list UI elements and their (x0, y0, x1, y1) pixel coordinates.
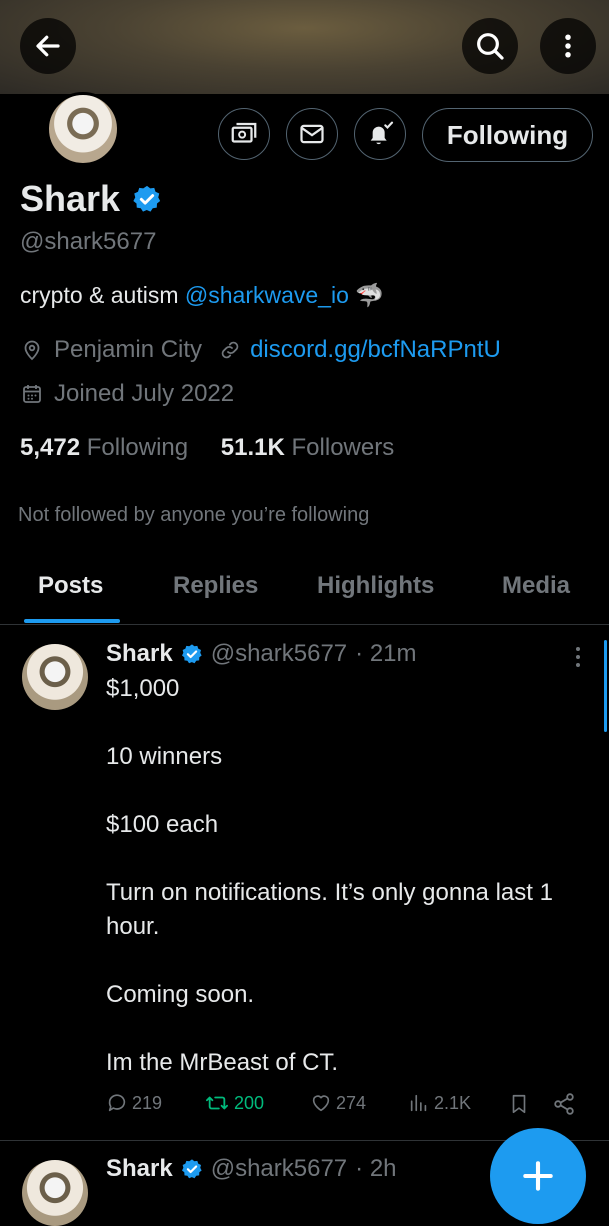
message-button[interactable] (286, 108, 338, 160)
like-count: 274 (336, 1092, 367, 1113)
post-line: $100 each (106, 811, 219, 838)
more-vertical-icon (576, 647, 580, 667)
post-author-name[interactable]: Shark (106, 640, 173, 668)
verified-badge-icon[interactable] (132, 184, 162, 214)
profile-meta-row: Penjamin City discord.gg/bcfNaRPntU (20, 336, 501, 364)
post-line: Turn on notifications. It’s only gonna l… (106, 879, 553, 940)
tab-posts[interactable]: Posts (38, 572, 103, 600)
post-line: 10 winners (106, 743, 223, 770)
bookmark-button[interactable] (508, 1092, 530, 1116)
subscribe-button[interactable] (218, 108, 270, 160)
views-count: 2.1K (434, 1092, 472, 1113)
not-followed-note: Not followed by anyone you’re following (18, 504, 370, 526)
post-actions: 219 200 274 2.1K (106, 1092, 586, 1128)
tab-media[interactable]: Media (502, 572, 570, 600)
bell-check-icon (370, 121, 394, 145)
bio-text: crypto & autism (20, 282, 185, 308)
back-button[interactable] (20, 18, 76, 74)
followers-count: 51.1K (220, 434, 285, 461)
money-icon (231, 122, 257, 143)
shark-emoji: 🦈 (355, 282, 384, 308)
reply-button[interactable]: 219 (106, 1092, 162, 1114)
repost-button[interactable]: 200 (204, 1092, 264, 1114)
profile-joined: Joined July 2022 (54, 380, 235, 407)
profile-website-link[interactable]: discord.gg/bcfNaRPntU (250, 336, 501, 364)
arrow-left-icon (36, 35, 60, 57)
mail-icon (300, 124, 324, 144)
notifications-button[interactable] (354, 108, 406, 160)
bio-mention-link[interactable]: @sharkwave_io (185, 282, 349, 308)
scrollbar[interactable] (604, 640, 607, 732)
plus-icon (523, 1161, 553, 1191)
repost-icon (206, 1096, 228, 1110)
follow-stats: 5,472 Following 51.1K Followers (20, 434, 394, 462)
profile-avatar[interactable] (46, 92, 120, 166)
profile-joined-row: Joined July 2022 (20, 380, 234, 408)
post-line: $1,000 (106, 675, 180, 702)
profile-location: Penjamin City (54, 336, 203, 363)
more-vertical-icon (565, 34, 571, 58)
profile-name-row: Shark (20, 178, 162, 220)
post-time: · 2h (355, 1155, 397, 1182)
search-button[interactable] (462, 18, 518, 74)
post-avatar[interactable] (22, 1160, 88, 1226)
reply-icon (108, 1094, 126, 1112)
post-author-handle: @shark5677 (210, 640, 348, 667)
verified-badge-icon (181, 644, 202, 664)
more-options-button[interactable] (540, 18, 596, 74)
tab-replies[interactable]: Replies (173, 572, 258, 600)
post-avatar[interactable] (22, 644, 88, 710)
reply-count: 219 (132, 1092, 163, 1113)
bookmark-icon (512, 1094, 526, 1114)
calendar-icon (23, 385, 41, 403)
views-chart-icon (410, 1094, 427, 1112)
share-button[interactable] (552, 1092, 576, 1116)
profile-name: Shark (20, 178, 121, 219)
repost-count: 200 (234, 1092, 265, 1113)
tab-highlights[interactable]: Highlights (317, 572, 434, 600)
post-time: · 21m (355, 640, 417, 667)
following-link[interactable]: 5,472 Following (20, 434, 188, 461)
link-icon (221, 341, 239, 359)
following-label: Following (86, 434, 189, 461)
followers-label: Followers (291, 434, 395, 461)
post-header: Shark @shark5677 · 21m (106, 640, 417, 668)
followers-link[interactable]: 51.1K Followers (221, 434, 394, 461)
profile-handle: @shark5677 (20, 228, 157, 255)
search-icon (477, 33, 504, 60)
post-author-name[interactable]: Shark (106, 1155, 173, 1183)
following-button[interactable]: Following (422, 108, 593, 162)
views-button[interactable]: 2.1K (408, 1092, 471, 1114)
post-author-handle: @shark5677 (210, 1155, 348, 1182)
post-line: Coming soon. (106, 981, 255, 1008)
location-pin-icon (24, 340, 40, 361)
following-count: 5,472 (20, 434, 81, 461)
share-icon (554, 1093, 574, 1115)
post-line: Im the MrBeast of CT. (106, 1049, 339, 1076)
like-button[interactable]: 274 (310, 1092, 366, 1114)
post-body[interactable]: $1,000 10 winners $100 each Turn on noti… (106, 672, 596, 1080)
profile-bio: crypto & autism @sharkwave_io 🦈 (20, 282, 384, 309)
post-header: Shark @shark5677 · 2h (106, 1155, 397, 1183)
heart-icon (312, 1095, 330, 1112)
compose-post-button[interactable] (490, 1128, 586, 1224)
profile-tabs: Posts Replies Highlights Media (0, 560, 609, 625)
active-tab-indicator (24, 619, 120, 623)
verified-badge-icon (181, 1159, 202, 1179)
